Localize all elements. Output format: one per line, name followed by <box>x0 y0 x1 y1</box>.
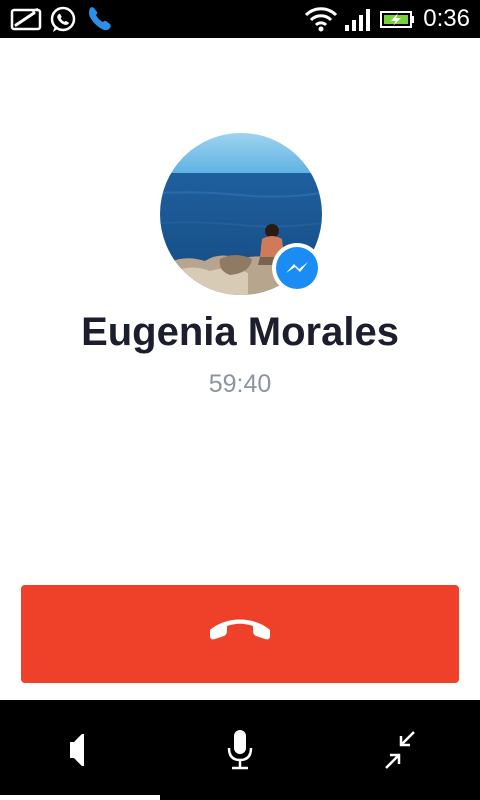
mute-button[interactable] <box>210 724 270 776</box>
speaker-button[interactable] <box>50 724 110 776</box>
caller-name: Eugenia Morales <box>81 310 399 354</box>
status-clock: 0:36 <box>423 5 470 32</box>
speaker-icon <box>50 724 110 776</box>
battery-charging-icon <box>380 5 416 38</box>
minimize-icon <box>370 724 430 776</box>
page-indicator <box>0 795 160 800</box>
call-duration: 59:40 <box>208 370 272 398</box>
phone-icon <box>84 5 114 40</box>
whatsapp-icon <box>48 5 78 40</box>
messenger-badge <box>272 243 322 293</box>
minimize-call-button[interactable] <box>370 724 430 776</box>
messenger-icon <box>276 262 318 293</box>
sim-card-icon <box>10 5 44 38</box>
call-screen: 0:36 Eugenia Morales 59:40 <box>0 0 480 800</box>
caller-avatar-group <box>160 133 322 295</box>
signal-icon <box>344 5 374 38</box>
microphone-icon <box>210 724 270 776</box>
call-controls-bar <box>0 700 480 800</box>
end-call-button[interactable] <box>21 585 459 683</box>
status-bar: 0:36 <box>0 0 480 38</box>
wifi-icon <box>304 5 338 38</box>
